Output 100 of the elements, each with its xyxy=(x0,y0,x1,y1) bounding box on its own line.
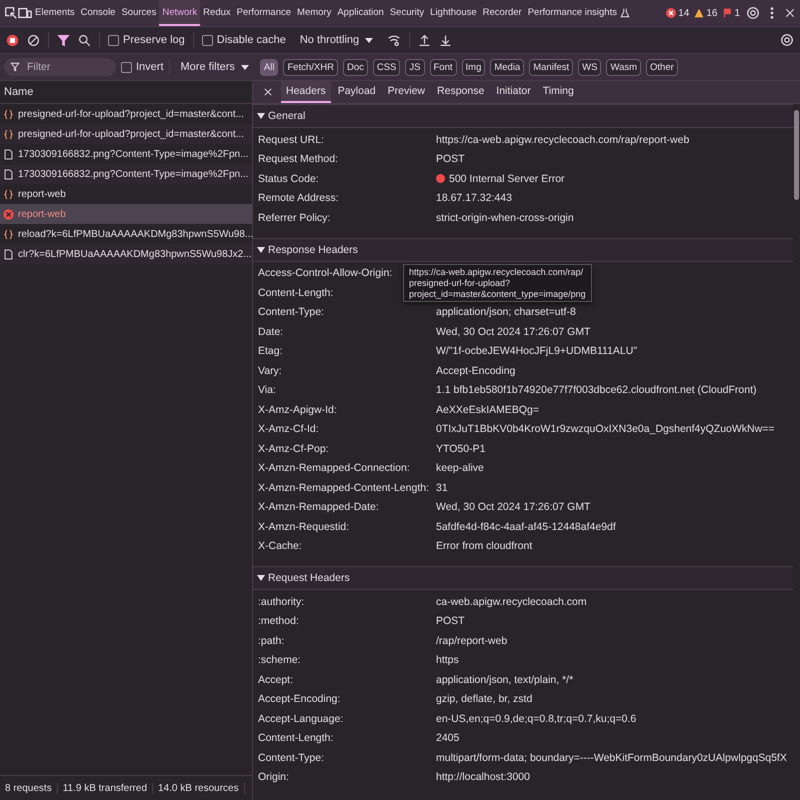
header-name: Content-Length: xyxy=(258,732,334,744)
close-icon xyxy=(784,7,796,19)
preserve-log-checkbox[interactable]: Preserve log xyxy=(108,34,185,46)
clear-button[interactable] xyxy=(27,34,40,46)
error-icon xyxy=(666,8,676,18)
panel-tab[interactable]: Performance insights xyxy=(524,0,620,26)
header-name: Accept-Encoding: xyxy=(258,693,342,706)
type-filter-chip[interactable]: Fetch/XHR xyxy=(283,58,338,76)
section-header[interactable]: Response Headers xyxy=(253,238,793,262)
type-filter-chip[interactable]: WS xyxy=(578,58,602,76)
search-icon xyxy=(78,34,91,46)
header-name: X-Cache: xyxy=(258,540,303,552)
section-header[interactable]: Request Headers xyxy=(253,566,793,590)
warning-icon xyxy=(694,8,704,18)
header-value: POST xyxy=(436,615,465,628)
header-name: Referrer Policy: xyxy=(258,212,332,224)
type-filter-chip[interactable]: Doc xyxy=(342,58,368,76)
panel-tab[interactable]: Console xyxy=(78,0,118,26)
upload-icon xyxy=(418,34,432,46)
settings-button[interactable] xyxy=(780,33,794,47)
request-row[interactable]: presigned-url-for-upload?project_id=master&cont... xyxy=(0,124,252,144)
header-value: en-US,en;q=0.9,de;q=0.8,tr;q=0.7,ku;q=0.6 xyxy=(436,712,636,725)
header-name: Content-Type: xyxy=(258,306,325,318)
panel-tab[interactable]: Performance xyxy=(234,0,294,26)
scrollbar-thumb[interactable] xyxy=(794,110,799,200)
header-value: 0TIxJuT1BbKV0b4KroW1r9zwzquOxIXN3e0a_Dgshenf4yQZuoWkNw== xyxy=(436,423,774,436)
panel-tab[interactable]: Elements xyxy=(32,0,78,26)
export-button[interactable] xyxy=(439,34,452,46)
header-value: https xyxy=(436,654,459,666)
header-value: http://localhost:3000 xyxy=(436,771,530,784)
disable-cache-checkbox[interactable]: Disable cache xyxy=(202,34,286,46)
header-value: Error from cloudfront xyxy=(436,540,532,552)
search-button[interactable] xyxy=(78,34,91,46)
header-name: Content-Type: xyxy=(258,752,325,764)
filter-field[interactable]: Filter xyxy=(4,58,116,76)
detail-tab[interactable]: Response xyxy=(432,81,490,103)
type-filter-chip[interactable]: Manifest xyxy=(529,58,574,76)
type-filter-chip[interactable]: Wasm xyxy=(606,58,642,76)
header-value: gzip, deflate, br, zstd xyxy=(436,693,532,706)
panel-tab[interactable]: Security xyxy=(386,0,428,26)
header-value: ca-web.apigw.recyclecoach.com xyxy=(436,596,587,608)
more-filters-dropdown[interactable]: More filters xyxy=(174,60,255,74)
header-name: X-Amzn-Requestid: xyxy=(258,520,350,533)
detail-tab[interactable]: Payload xyxy=(332,81,381,103)
header-value: 2405 xyxy=(436,732,460,744)
request-row[interactable]: 1730309166832.png?Content-Type=image%2Fpn... xyxy=(0,144,252,164)
header-value: 18.67.17.32:443 xyxy=(436,192,512,204)
panel-tab[interactable]: Sources xyxy=(118,0,160,26)
type-filter-chip[interactable]: CSS xyxy=(372,58,400,76)
panel-tab[interactable]: Memory xyxy=(294,0,334,26)
header-name: :authority: xyxy=(258,596,306,608)
header-name: :method: xyxy=(258,615,300,628)
type-filter-chip[interactable]: Other xyxy=(646,58,678,76)
issue-count: 1 xyxy=(734,8,740,18)
record-button[interactable] xyxy=(6,34,19,46)
filter-button[interactable] xyxy=(57,34,70,46)
status-dot-icon xyxy=(436,174,445,184)
section-header[interactable]: General xyxy=(253,104,793,128)
header-name: Accept: xyxy=(258,674,294,686)
request-row[interactable]: clr?k=6LfPMBUaAAAAAKDMg83hpwnS5Wu98Jx2... xyxy=(0,244,252,264)
throttling-dropdown[interactable]: No throttling xyxy=(294,33,380,47)
panel-tab[interactable]: Redux xyxy=(200,0,234,26)
header-name: Request URL: xyxy=(258,134,325,146)
caret-icon xyxy=(365,36,374,44)
panel-tab[interactable]: Network xyxy=(159,0,200,26)
type-filter-chip[interactable]: JS xyxy=(405,58,424,76)
panel-tab[interactable]: Application xyxy=(334,0,387,26)
panel-tab[interactable]: Recorder xyxy=(480,0,525,26)
detail-tab[interactable]: Headers xyxy=(281,81,331,103)
request-row[interactable]: report-web xyxy=(0,184,252,204)
network-conditions-button[interactable] xyxy=(387,33,402,47)
close-button[interactable] xyxy=(784,7,796,19)
type-filter-chip[interactable]: All xyxy=(260,58,278,76)
type-filter-chip[interactable]: Media xyxy=(490,58,524,76)
funnel-icon xyxy=(10,62,20,72)
request-row[interactable]: report-web xyxy=(0,204,252,224)
request-row[interactable]: 1730309166832.png?Content-Type=image%2Fpn... xyxy=(0,164,252,184)
header-value: multipart/form-data; boundary=----WebKitFormBoundary0zUAlpwlpgqSq5fX xyxy=(436,752,787,764)
import-button[interactable] xyxy=(418,34,432,46)
error-count: 14 xyxy=(678,8,690,18)
type-filter-chip[interactable]: Font xyxy=(430,58,457,76)
url-tooltip: https://ca-web.apigw.recyclecoach.com/rap/ presigned-url-for-upload? project_id=master&content_type=image/png xyxy=(403,264,592,302)
request-row[interactable]: presigned-url-for-upload?project_id=master&cont... xyxy=(0,104,252,124)
header-value: POST xyxy=(436,153,465,166)
detail-tab[interactable]: Preview xyxy=(382,81,430,103)
braces-icon xyxy=(3,228,14,240)
settings-button[interactable] xyxy=(746,6,760,20)
header-value: 500 Internal Server Error xyxy=(449,172,565,185)
panel-tab[interactable]: Lighthouse xyxy=(427,0,480,26)
type-filter-chip[interactable]: Img xyxy=(462,58,486,76)
request-row[interactable]: reload?k=6LfPMBUaAAAAAKDMg83hpwnS5Wu98... xyxy=(0,224,252,244)
header-value: 5afdfe4d-f84c-4aaf-af45-12448af4e9df xyxy=(436,520,616,533)
invert-checkbox[interactable]: Invert xyxy=(121,61,164,73)
detail-tab[interactable]: Timing xyxy=(538,81,579,103)
header-value: W/"1f-ocbeJEW4HocJFjL9+UDMB111ALU" xyxy=(436,345,638,358)
header-value: /rap/report-web xyxy=(436,634,508,647)
filter-input[interactable]: Filter xyxy=(25,60,109,74)
braces-icon xyxy=(3,128,14,140)
detail-tab[interactable]: Initiator xyxy=(491,81,536,103)
status-text: 14.0 kB resources xyxy=(153,782,245,794)
